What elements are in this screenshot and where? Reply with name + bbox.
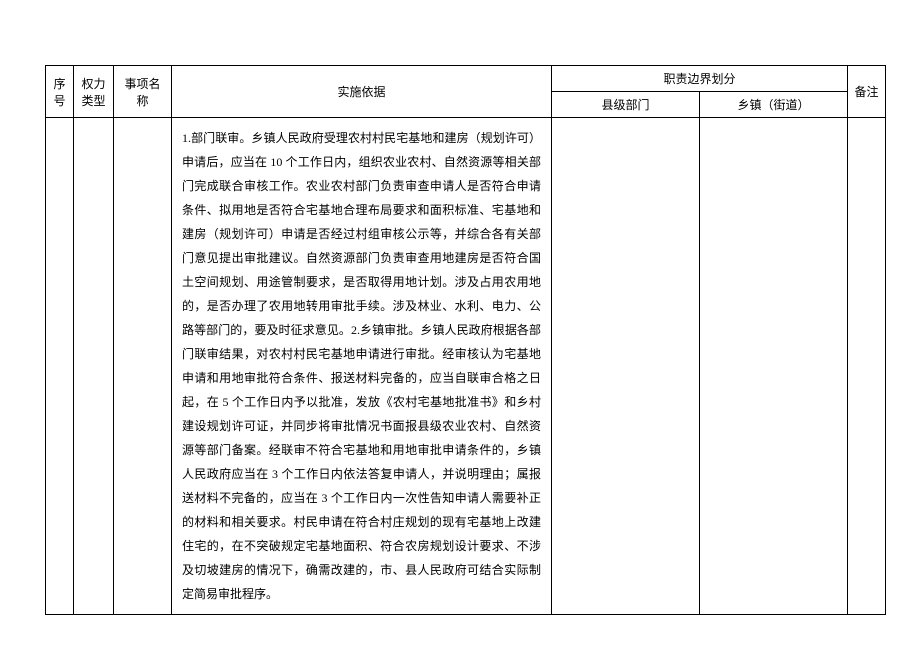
- header-basis: 实施依据: [172, 66, 552, 118]
- cell-town: [700, 118, 848, 615]
- header-town: 乡镇（街道）: [700, 92, 848, 118]
- table-row: 1.部门联审。乡镇人民政府受理农村村民宅基地和建房（规划许可）申请后，应当在 1…: [46, 118, 886, 615]
- cell-county: [552, 118, 700, 615]
- header-remark: 备注: [848, 66, 886, 118]
- cell-name: [114, 118, 172, 615]
- header-type: 权力类型: [74, 66, 114, 118]
- header-seq: 序号: [46, 66, 74, 118]
- header-name: 事项名称: [114, 66, 172, 118]
- header-boundary: 职责边界划分: [552, 66, 848, 92]
- header-row-1: 序号 权力类型 事项名称 实施依据 职责边界划分 备注: [46, 66, 886, 92]
- cell-basis: 1.部门联审。乡镇人民政府受理农村村民宅基地和建房（规划许可）申请后，应当在 1…: [172, 118, 552, 615]
- cell-type: [74, 118, 114, 615]
- authority-table: 序号 权力类型 事项名称 实施依据 职责边界划分 备注 县级部门 乡镇（街道） …: [45, 65, 886, 615]
- cell-seq: [46, 118, 74, 615]
- header-county: 县级部门: [552, 92, 700, 118]
- cell-remark: [848, 118, 886, 615]
